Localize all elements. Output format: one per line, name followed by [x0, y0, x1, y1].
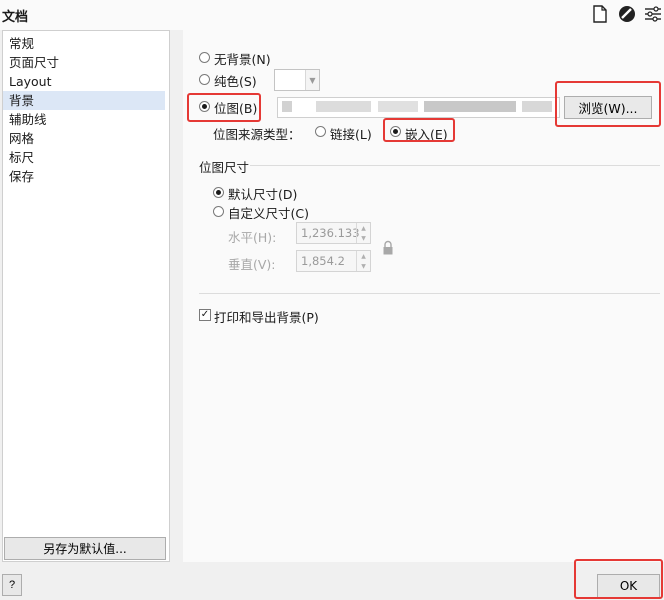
spin-arrows-icon[interactable]: ▲ ▼ — [356, 223, 370, 243]
horizontal-size-stepper[interactable]: 1,236.133 ▲ ▼ — [296, 222, 371, 244]
default-size-radio[interactable] — [213, 187, 224, 198]
sidebar-item-rulers[interactable]: 标尺 — [3, 148, 165, 167]
horizontal-size-value: 1,236.133 — [301, 226, 360, 240]
sidebar-item-grid[interactable]: 网格 — [3, 129, 165, 148]
section-divider — [199, 293, 660, 294]
vertical-label: 垂直(V): — [228, 257, 276, 272]
category-list: 常规 页面尺寸 Layout 背景 辅助线 网格 标尺 保存 — [3, 31, 169, 186]
vertical-size-stepper[interactable]: 1,854.2 ▲ ▼ — [296, 250, 371, 272]
window-title: 文档 — [2, 10, 29, 25]
print-export-checkbox[interactable]: ✓ — [199, 309, 211, 321]
sidebar-item-general[interactable]: 常规 — [3, 34, 165, 53]
redacted-text — [522, 101, 552, 112]
section-divider — [250, 165, 660, 166]
horizontal-label: 水平(H): — [228, 230, 277, 245]
chevron-down-icon[interactable]: ▼ — [305, 70, 319, 90]
vertical-size-value: 1,854.2 — [301, 254, 345, 268]
help-button[interactable]: ? — [2, 574, 22, 596]
redacted-text — [378, 101, 418, 112]
no-background-radio[interactable] — [199, 52, 210, 63]
sidebar-item-guides[interactable]: 辅助线 — [3, 110, 165, 129]
solid-color-picker[interactable]: ▼ — [274, 69, 320, 91]
bitmap-path-field[interactable] — [277, 97, 560, 118]
no-background-label: 无背景(N) — [214, 52, 271, 67]
link-label: 链接(L) — [330, 127, 372, 142]
title-bar: 文档 — [0, 0, 664, 30]
custom-size-radio[interactable] — [213, 206, 224, 217]
page-icon[interactable] — [589, 3, 611, 25]
spin-arrows-icon[interactable]: ▲ ▼ — [356, 251, 370, 271]
lock-icon[interactable] — [382, 240, 394, 259]
solid-color-label: 纯色(S) — [214, 74, 257, 89]
bitmap-highlight-box — [187, 93, 261, 122]
link-radio[interactable] — [315, 126, 326, 137]
ok-highlight-box — [574, 559, 663, 599]
settings-sliders-icon[interactable] — [642, 3, 664, 25]
print-export-label: 打印和导出背景(P) — [214, 310, 319, 325]
sidebar-item-layout[interactable]: Layout — [3, 72, 165, 91]
custom-size-label: 自定义尺寸(C) — [228, 206, 309, 221]
redacted-text — [424, 101, 516, 112]
solid-color-radio[interactable] — [199, 74, 210, 85]
source-type-label: 位图来源类型： — [213, 127, 301, 142]
sidebar-item-save[interactable]: 保存 — [3, 167, 165, 186]
sidebar-item-background[interactable]: 背景 — [3, 91, 165, 110]
sidebar-item-page-size[interactable]: 页面尺寸 — [3, 53, 165, 72]
embed-highlight-box — [383, 118, 455, 142]
category-sidebar: 常规 页面尺寸 Layout 背景 辅助线 网格 标尺 保存 — [2, 30, 170, 562]
browse-highlight-box — [555, 81, 661, 127]
bitmap-size-section-title: 位图尺寸 — [199, 160, 250, 175]
redacted-text — [282, 101, 292, 112]
footer-bar — [0, 562, 664, 600]
no-entry-icon[interactable] — [616, 3, 638, 25]
redacted-text — [316, 101, 371, 112]
default-size-label: 默认尺寸(D) — [228, 187, 298, 202]
save-as-default-button[interactable]: 另存为默认值... — [4, 537, 166, 560]
